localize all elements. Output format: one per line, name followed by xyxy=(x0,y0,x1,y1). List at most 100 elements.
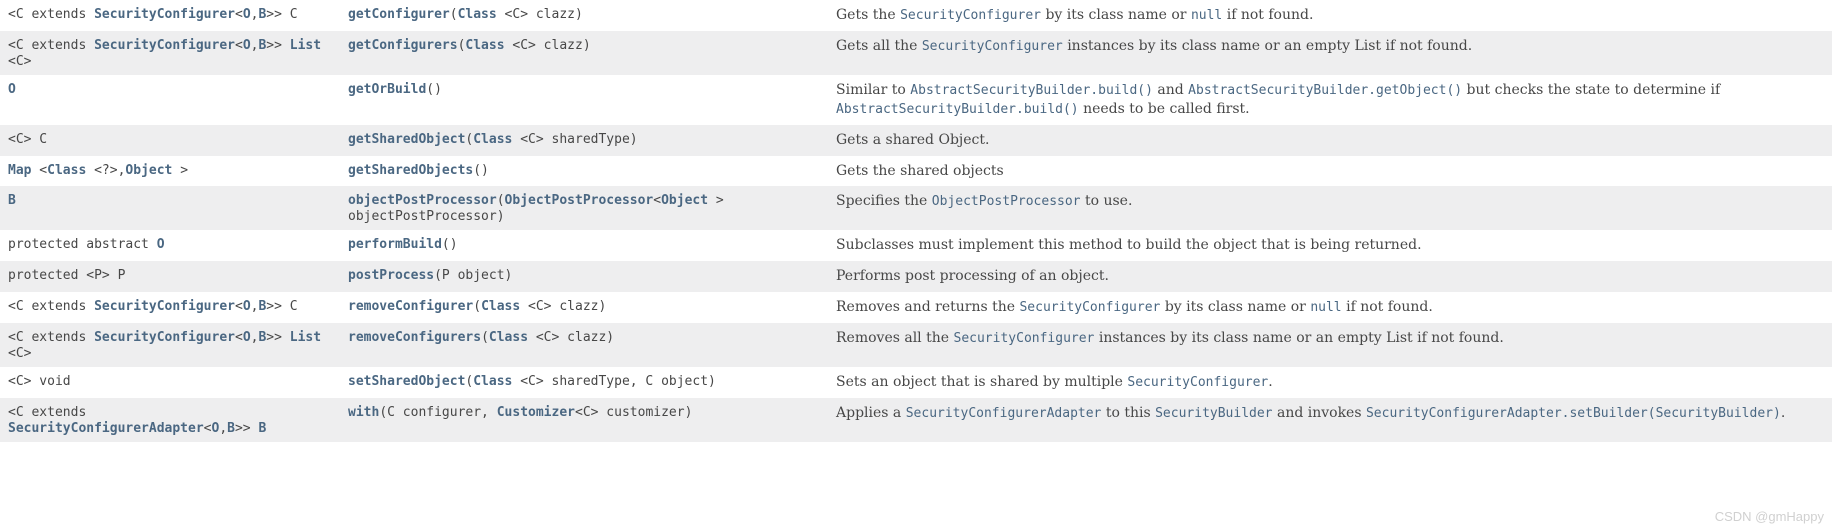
description-cell: Sets an object that is shared by multipl… xyxy=(828,367,1832,398)
type-link[interactable]: O xyxy=(243,38,251,53)
return-type-cell: Map <Class <?>,Object > xyxy=(0,156,340,187)
return-type-cell: protected <P> P xyxy=(0,261,340,292)
type-link[interactable]: SecurityConfigurer xyxy=(94,299,235,314)
type-link[interactable]: Class xyxy=(473,132,512,147)
method-cell: getConfigurer(Class <C> clazz) xyxy=(340,0,828,31)
method-link[interactable]: objectPostProcessor xyxy=(348,193,497,208)
code-reference[interactable]: null xyxy=(1310,300,1341,315)
method-signature: (Class <C> clazz) xyxy=(481,330,614,345)
type-link[interactable]: Map xyxy=(8,163,31,178)
method-signature: (Class <C> sharedType, C object) xyxy=(465,374,715,389)
type-link[interactable]: Class xyxy=(481,299,520,314)
type-link[interactable]: Object xyxy=(125,163,172,178)
method-signature: (C configurer, Customizer<C> customizer) xyxy=(379,405,692,420)
type-link[interactable]: SecurityConfigurer xyxy=(94,7,235,22)
method-signature: (Class <C> clazz) xyxy=(473,299,606,314)
type-link[interactable]: Customizer xyxy=(497,405,575,420)
type-link[interactable]: O xyxy=(157,237,165,252)
code-reference[interactable]: AbstractSecurityBuilder.build() xyxy=(910,83,1153,98)
table-row: <C extends SecurityConfigurer<O,B>> List… xyxy=(0,323,1832,367)
type-link[interactable]: O xyxy=(243,299,251,314)
type-link[interactable]: O xyxy=(243,7,251,22)
method-cell: performBuild() xyxy=(340,230,828,261)
table-row: <C extends SecurityConfigurerAdapter<O,B… xyxy=(0,398,1832,442)
code-reference[interactable]: SecurityConfigurer xyxy=(1127,375,1268,390)
return-type-cell: <C extends SecurityConfigurer<O,B>> List… xyxy=(0,31,340,75)
code-reference[interactable]: SecurityConfigurer xyxy=(922,39,1063,54)
table-row: <C extends SecurityConfigurer<O,B>> List… xyxy=(0,31,1832,75)
code-reference[interactable]: SecurityConfigurerAdapter.setBuilder(Sec… xyxy=(1366,406,1781,421)
code-reference[interactable]: AbstractSecurityBuilder.build() xyxy=(836,102,1079,117)
method-cell: getSharedObjects() xyxy=(340,156,828,187)
method-cell: getSharedObject(Class <C> sharedType) xyxy=(340,125,828,156)
code-reference[interactable]: SecurityBuilder xyxy=(1155,406,1272,421)
method-link[interactable]: getSharedObjects xyxy=(348,163,473,178)
type-link[interactable]: Class xyxy=(465,38,504,53)
table-row: <C> CgetSharedObject(Class <C> sharedTyp… xyxy=(0,125,1832,156)
description-cell: Applies a SecurityConfigurerAdapter to t… xyxy=(828,398,1832,442)
type-link[interactable]: B xyxy=(227,421,235,436)
type-link[interactable]: List xyxy=(290,330,321,345)
method-signature: () xyxy=(426,82,442,97)
return-type-cell: B xyxy=(0,186,340,230)
description-cell: Subclasses must implement this method to… xyxy=(828,230,1832,261)
description-cell: Removes all the SecurityConfigurer insta… xyxy=(828,323,1832,367)
type-link[interactable]: B xyxy=(258,421,266,436)
code-reference[interactable]: SecurityConfigurerAdapter xyxy=(906,406,1102,421)
code-reference[interactable]: AbstractSecurityBuilder.getObject() xyxy=(1188,83,1462,98)
code-reference[interactable]: ObjectPostProcessor xyxy=(932,194,1081,209)
method-cell: with(C configurer, Customizer<C> customi… xyxy=(340,398,828,442)
return-type-cell: O xyxy=(0,75,340,125)
description-cell: Gets a shared Object. xyxy=(828,125,1832,156)
return-type-cell: <C extends SecurityConfigurer<O,B>> C xyxy=(0,0,340,31)
method-link[interactable]: setSharedObject xyxy=(348,374,465,389)
type-link[interactable]: List xyxy=(290,38,321,53)
type-link[interactable]: Object xyxy=(661,193,708,208)
method-signature: (P object) xyxy=(434,268,512,283)
code-reference[interactable]: SecurityConfigurer xyxy=(1019,300,1160,315)
type-link[interactable]: O xyxy=(8,82,16,97)
type-link[interactable]: Class xyxy=(473,374,512,389)
description-cell: Performs post processing of an object. xyxy=(828,261,1832,292)
method-cell: getOrBuild() xyxy=(340,75,828,125)
type-link[interactable]: Class xyxy=(458,7,497,22)
code-reference[interactable]: SecurityConfigurer xyxy=(900,8,1041,23)
method-link[interactable]: getConfigurer xyxy=(348,7,450,22)
type-link[interactable]: Class xyxy=(489,330,528,345)
method-signature: (Class <C> clazz) xyxy=(450,7,583,22)
method-cell: objectPostProcessor(ObjectPostProcessor<… xyxy=(340,186,828,230)
description-cell: Gets all the SecurityConfigurer instance… xyxy=(828,31,1832,75)
table-row: protected abstract OperformBuild()Subcla… xyxy=(0,230,1832,261)
method-cell: removeConfigurers(Class <C> clazz) xyxy=(340,323,828,367)
type-link[interactable]: B xyxy=(8,193,16,208)
method-link[interactable]: getSharedObject xyxy=(348,132,465,147)
method-link[interactable]: getConfigurers xyxy=(348,38,458,53)
type-link[interactable]: SecurityConfigurerAdapter xyxy=(8,421,204,436)
type-link[interactable]: Class xyxy=(47,163,86,178)
method-signature: (Class <C> sharedType) xyxy=(465,132,637,147)
method-signature: (Class <C> clazz) xyxy=(458,38,591,53)
method-link[interactable]: with xyxy=(348,405,379,420)
return-type-cell: <C extends SecurityConfigurerAdapter<O,B… xyxy=(0,398,340,442)
method-link[interactable]: postProcess xyxy=(348,268,434,283)
method-link[interactable]: performBuild xyxy=(348,237,442,252)
code-reference[interactable]: null xyxy=(1191,8,1222,23)
method-link[interactable]: removeConfigurers xyxy=(348,330,481,345)
description-cell: Specifies the ObjectPostProcessor to use… xyxy=(828,186,1832,230)
description-cell: Gets the shared objects xyxy=(828,156,1832,187)
method-link[interactable]: getOrBuild xyxy=(348,82,426,97)
type-link[interactable]: SecurityConfigurer xyxy=(94,38,235,53)
method-cell: removeConfigurer(Class <C> clazz) xyxy=(340,292,828,323)
table-row: <C extends SecurityConfigurer<O,B>> Cget… xyxy=(0,0,1832,31)
description-cell: Similar to AbstractSecurityBuilder.build… xyxy=(828,75,1832,125)
code-reference[interactable]: SecurityConfigurer xyxy=(954,331,1095,346)
method-cell: setSharedObject(Class <C> sharedType, C … xyxy=(340,367,828,398)
table-row: <C extends SecurityConfigurer<O,B>> Crem… xyxy=(0,292,1832,323)
table-row: Map <Class <?>,Object >getSharedObjects(… xyxy=(0,156,1832,187)
type-link[interactable]: ObjectPostProcessor xyxy=(505,193,654,208)
method-link[interactable]: removeConfigurer xyxy=(348,299,473,314)
type-link[interactable]: SecurityConfigurer xyxy=(94,330,235,345)
return-type-cell: <C extends SecurityConfigurer<O,B>> List… xyxy=(0,323,340,367)
table-row: <C> voidsetSharedObject(Class <C> shared… xyxy=(0,367,1832,398)
type-link[interactable]: O xyxy=(243,330,251,345)
